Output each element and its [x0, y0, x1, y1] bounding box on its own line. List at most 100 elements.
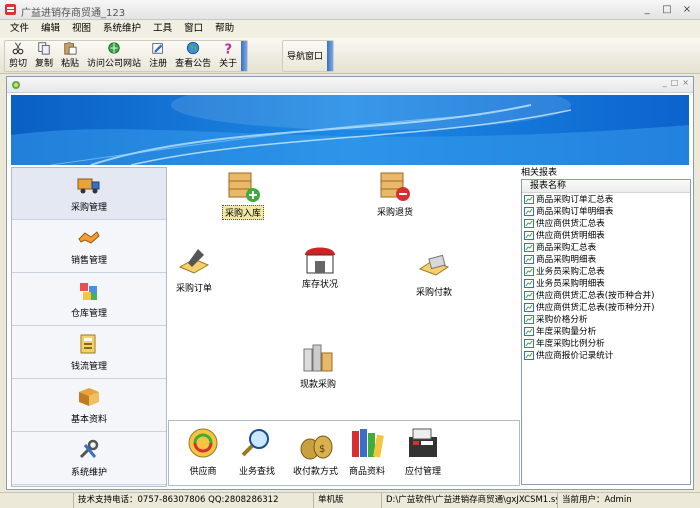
navigation-child-window: _ □ × 采购管理 销售管理 仓库管理 钱流管理 基本资料 系统维护 采购入库… — [6, 76, 694, 490]
report-item-label: 年度采购量分析 — [536, 327, 597, 337]
report-icon — [524, 302, 534, 312]
payment-icon — [418, 254, 450, 276]
flow-purchase-in[interactable]: 采购入库 — [222, 169, 265, 220]
report-item[interactable]: 商品采购订单汇总表 — [522, 193, 690, 205]
nav-sales-label: 销售管理 — [70, 256, 107, 266]
child-maximize-button[interactable]: □ — [671, 78, 679, 87]
nav-warehouse[interactable]: 仓库管理 — [12, 274, 166, 326]
report-icon — [524, 266, 534, 276]
report-item[interactable]: 年度采购比例分析 — [522, 337, 690, 349]
paste-icon — [64, 41, 77, 55]
header-banner — [11, 95, 689, 165]
menu-tools[interactable]: 工具 — [147, 20, 178, 38]
report-icon — [524, 314, 534, 324]
cut-button[interactable]: 剪切 — [5, 41, 31, 71]
report-item[interactable]: 年度采购量分析 — [522, 325, 690, 337]
reports-header: 相关报表 — [521, 168, 558, 178]
report-icon — [524, 230, 534, 240]
menu-view[interactable]: 视图 — [66, 20, 97, 38]
report-item[interactable]: 业务员采购汇总表 — [522, 265, 690, 277]
quick-supplier[interactable]: 供应商 — [185, 425, 221, 477]
copy-label: 复制 — [35, 59, 54, 69]
report-item[interactable]: 业务员采购明细表 — [522, 277, 690, 289]
menu-help[interactable]: 帮助 — [209, 20, 240, 38]
toolbar-nav-overflow-handle[interactable] — [327, 41, 334, 71]
report-item[interactable]: 供应商报价记录统计 — [522, 349, 690, 361]
report-icon — [524, 218, 534, 228]
flow-purchase-return[interactable]: 采购退货 — [377, 169, 413, 218]
toolbar: 剪切 复制 粘贴 访问公司网站 注册 查看公告 ? 关于 导航窗口 — [0, 38, 700, 74]
menu-system[interactable]: 系统维护 — [97, 20, 147, 38]
nav-purchase[interactable]: 采购管理 — [12, 168, 166, 220]
report-item-label: 商品采购订单明细表 — [536, 207, 614, 217]
nav-sales[interactable]: 销售管理 — [12, 221, 166, 273]
nav-system[interactable]: 系统维护 — [12, 433, 166, 485]
minimize-button[interactable]: _ — [638, 2, 656, 18]
report-item-label: 供应商供货汇总表(按币种分开) — [536, 303, 655, 313]
flow-stock-status[interactable]: 库存状况 — [302, 241, 338, 290]
report-icon — [524, 326, 534, 336]
menu-file[interactable]: 文件 — [4, 20, 35, 38]
report-item[interactable]: 商品采购明细表 — [522, 253, 690, 265]
report-item-label: 商品采购明细表 — [536, 255, 597, 265]
related-reports-panel: 相关报表 报表名称 商品采购订单汇总表 商品采购订单明细表 供应商供货汇总表 供应商供… — [521, 165, 691, 487]
toolbar-main-group: 剪切 复制 粘贴 访问公司网站 注册 查看公告 ? 关于 — [4, 40, 249, 72]
status-edition: 单机版 — [314, 493, 382, 508]
menu-window[interactable]: 窗口 — [178, 20, 209, 38]
nav-cashflow-label: 钱流管理 — [70, 362, 107, 372]
register-button[interactable]: 注册 — [145, 41, 171, 71]
crate-remove-icon — [380, 172, 410, 201]
cash-register-icon — [303, 344, 333, 372]
quick-payables-label: 应付管理 — [405, 467, 442, 477]
child-close-button[interactable]: × — [682, 78, 689, 87]
maximize-button[interactable]: □ — [658, 2, 676, 18]
view-notice-button[interactable]: 查看公告 — [171, 41, 215, 71]
visit-website-button[interactable]: 访问公司网站 — [83, 41, 145, 71]
quick-payables[interactable]: 应付管理 — [405, 425, 441, 477]
supplier-icon — [188, 428, 218, 458]
svg-text:?: ? — [225, 42, 233, 55]
quick-product-data-label: 商品资料 — [349, 467, 386, 477]
nav-system-label: 系统维护 — [70, 468, 107, 478]
flow-purchase-payment[interactable]: 采购付款 — [416, 249, 452, 298]
money-bags-icon: $ — [300, 435, 332, 460]
report-icon — [524, 290, 534, 300]
nav-window-label: 导航窗口 — [287, 51, 324, 62]
quick-supplier-label: 供应商 — [189, 467, 217, 477]
report-item[interactable]: 供应商供货明细表 — [522, 229, 690, 241]
child-minimize-button[interactable]: _ — [663, 78, 667, 87]
nav-window-button[interactable]: 导航窗口 — [283, 41, 327, 71]
report-item-label: 业务员采购汇总表 — [536, 267, 605, 277]
copy-icon — [38, 42, 50, 55]
about-button[interactable]: ? 关于 — [215, 41, 241, 71]
report-item[interactable]: 商品采购汇总表 — [522, 241, 690, 253]
report-icon — [524, 338, 534, 348]
quick-payment-methods[interactable]: $ 收付款方式 — [293, 425, 338, 477]
menu-edit[interactable]: 编辑 — [35, 20, 66, 38]
boxes-icon — [80, 283, 97, 300]
report-icon — [524, 206, 534, 216]
tools-icon — [79, 439, 99, 459]
module-nav: 采购管理 销售管理 仓库管理 钱流管理 基本资料 系统维护 — [11, 167, 167, 487]
nav-cashflow[interactable]: 钱流管理 — [12, 327, 166, 379]
reports-column-header[interactable]: 报表名称 — [522, 180, 690, 193]
toolbar-overflow-handle[interactable] — [241, 41, 248, 71]
paste-button[interactable]: 粘贴 — [57, 41, 83, 71]
flow-purchase-order[interactable]: 采购订单 — [176, 245, 212, 294]
quick-business-search[interactable]: 业务查找 — [239, 425, 275, 477]
flow-cash-purchase[interactable]: 现款采购 — [300, 341, 336, 390]
quick-product-data[interactable]: 商品资料 — [349, 425, 385, 477]
nav-basic-data[interactable]: 基本资料 — [12, 380, 166, 432]
report-item[interactable]: 商品采购订单明细表 — [522, 205, 690, 217]
close-button[interactable]: × — [678, 2, 696, 18]
cash-machine-icon — [409, 428, 437, 457]
report-item-label: 供应商报价记录统计 — [536, 351, 614, 361]
report-item[interactable]: 供应商供货汇总表(按币种分开) — [522, 301, 690, 313]
report-item-label: 供应商供货汇总表(按币种合并) — [536, 291, 655, 301]
report-item[interactable]: 采购价格分析 — [522, 313, 690, 325]
report-item[interactable]: 供应商供货汇总表(按币种合并) — [522, 289, 690, 301]
app-logo-icon — [5, 4, 16, 15]
copy-button[interactable]: 复制 — [31, 41, 57, 71]
report-item[interactable]: 供应商供货汇总表 — [522, 217, 690, 229]
child-title-bar: _ □ × — [7, 77, 693, 93]
